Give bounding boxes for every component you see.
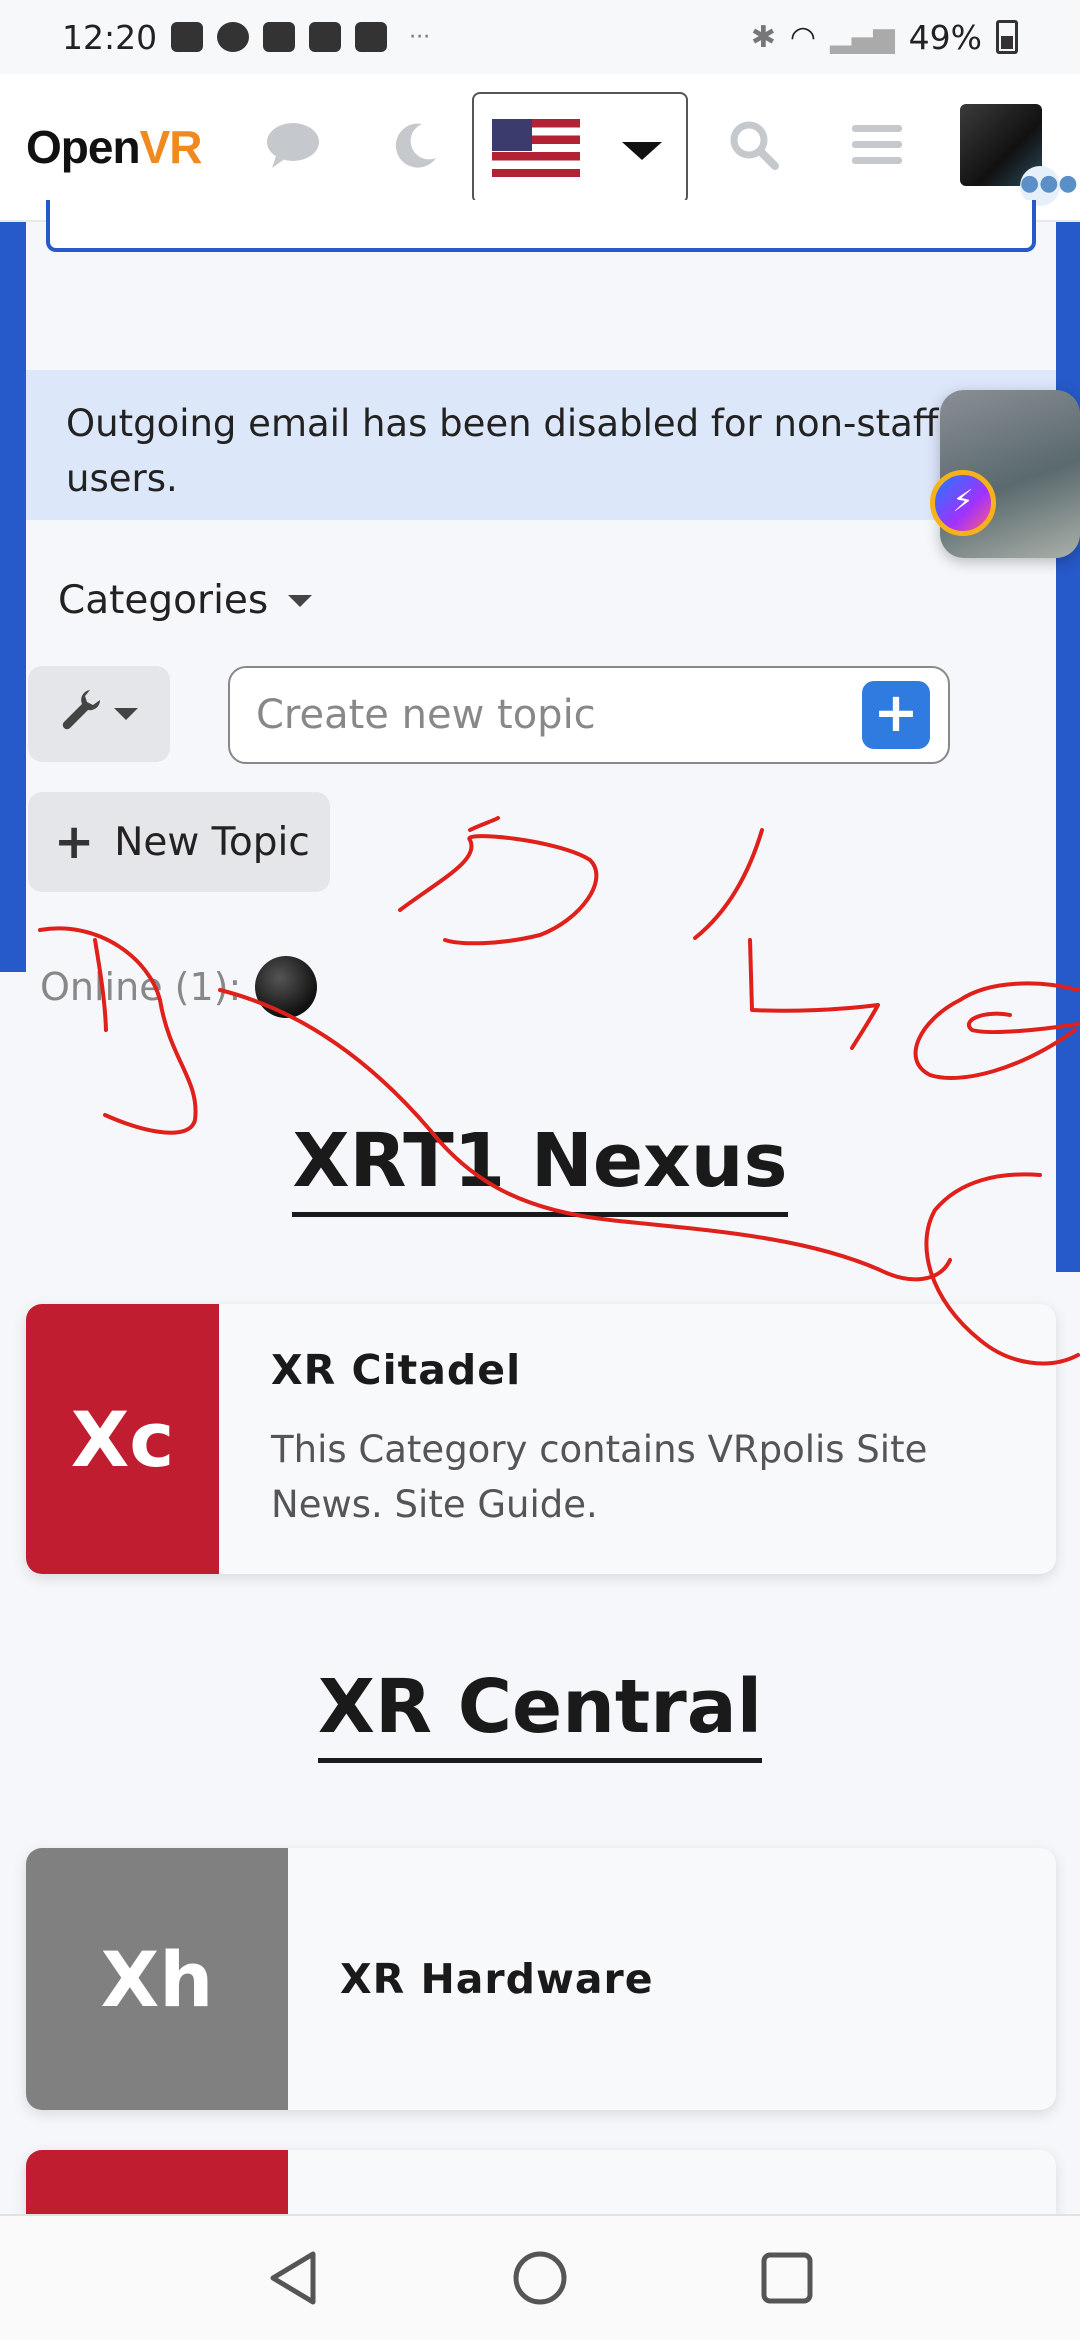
site-logo[interactable]: OpenVR (26, 120, 203, 174)
section-title-text: XR Central (317, 1664, 763, 1763)
new-topic-label: New Topic (114, 819, 310, 865)
status-right: ✱ ◠ ▂▄▆ 49% (751, 18, 1018, 57)
us-flag-icon (492, 119, 580, 177)
logo-vr-text: VR (139, 121, 203, 173)
section-title-text: XRT1 Nexus (292, 1118, 788, 1217)
category-card-partial[interactable] (26, 2150, 1056, 2214)
messenger-icon-badge[interactable]: ⚡ (930, 470, 996, 536)
page-edge-right (1054, 222, 1080, 1272)
recents-button[interactable] (755, 2246, 819, 2310)
messenger-icon (217, 22, 250, 52)
chevron-down-icon (622, 142, 662, 160)
wrench-icon (60, 688, 102, 740)
image-icon (355, 22, 388, 52)
caret-down-icon (114, 708, 138, 720)
category-badge: Xc (26, 1304, 220, 1574)
back-button[interactable] (261, 2246, 325, 2310)
hamburger-menu-icon[interactable] (852, 123, 902, 171)
notes-icon (171, 22, 204, 52)
more-notifications: ··· (409, 24, 431, 50)
status-time: 12:20 (62, 17, 158, 57)
category-body: XR Hardware (288, 1848, 706, 2110)
categories-label: Categories (58, 578, 269, 623)
language-select[interactable] (472, 92, 688, 204)
create-topic-input[interactable] (228, 666, 950, 764)
status-bar: 12:20 ··· ✱ ◠ ▂▄▆ 49% (0, 0, 1080, 74)
signal-icon: ▂▄▆ (830, 20, 895, 54)
battery-percent: 49% (908, 17, 982, 57)
category-description: This Category contains VRpolis Site News… (271, 1428, 928, 1526)
category-card[interactable]: Xc XR Citadel This Category contains VRp… (26, 1304, 1056, 1574)
categories-dropdown[interactable]: Categories (58, 578, 313, 623)
admin-tools-button[interactable] (28, 666, 170, 762)
home-circle-icon (513, 2251, 567, 2305)
category-name[interactable]: XR Citadel (271, 1346, 1004, 1394)
discord-icon (263, 22, 296, 52)
dark-mode-moon-icon[interactable] (390, 120, 440, 174)
page-edge-left (0, 222, 26, 972)
notice-text: Outgoing email has been disabled for non… (66, 402, 939, 500)
status-left: 12:20 ··· (62, 18, 430, 57)
online-user-avatar[interactable] (255, 956, 318, 1018)
recents-square-icon (761, 2252, 813, 2304)
online-users: Online (1): (40, 956, 318, 1018)
email-disabled-notice: Outgoing email has been disabled for non… (26, 370, 1056, 520)
category-name[interactable]: XR Hardware (340, 1955, 654, 2003)
category-badge: Xh (26, 1848, 288, 2110)
plus-icon: + (54, 814, 95, 870)
caret-down-icon (288, 594, 313, 607)
search-icon[interactable] (728, 119, 780, 175)
logo-open-text: Open (26, 121, 141, 173)
section-title[interactable]: XR Central (0, 1664, 1080, 1763)
category-body: XR Citadel This Category contains VRpoli… (219, 1304, 1056, 1574)
chat-icon[interactable] (266, 122, 320, 172)
discord-icon-2 (309, 22, 342, 52)
new-topic-button[interactable]: + New Topic (28, 792, 330, 892)
bluetooth-icon: ✱ (750, 19, 776, 55)
category-card[interactable]: Xh XR Hardware (26, 1848, 1056, 2110)
add-topic-plus-button[interactable]: + (862, 681, 930, 749)
category-badge (26, 2150, 288, 2214)
online-label: Online (1): (40, 965, 242, 1009)
search-field-remnant[interactable] (46, 200, 1036, 252)
system-nav-bar (0, 2214, 1080, 2340)
section-title[interactable]: XRT1 Nexus (0, 1118, 1080, 1217)
back-triangle-icon (270, 2251, 316, 2305)
wifi-icon: ◠ (789, 19, 817, 55)
home-button[interactable] (508, 2246, 572, 2310)
battery-icon (996, 20, 1018, 54)
